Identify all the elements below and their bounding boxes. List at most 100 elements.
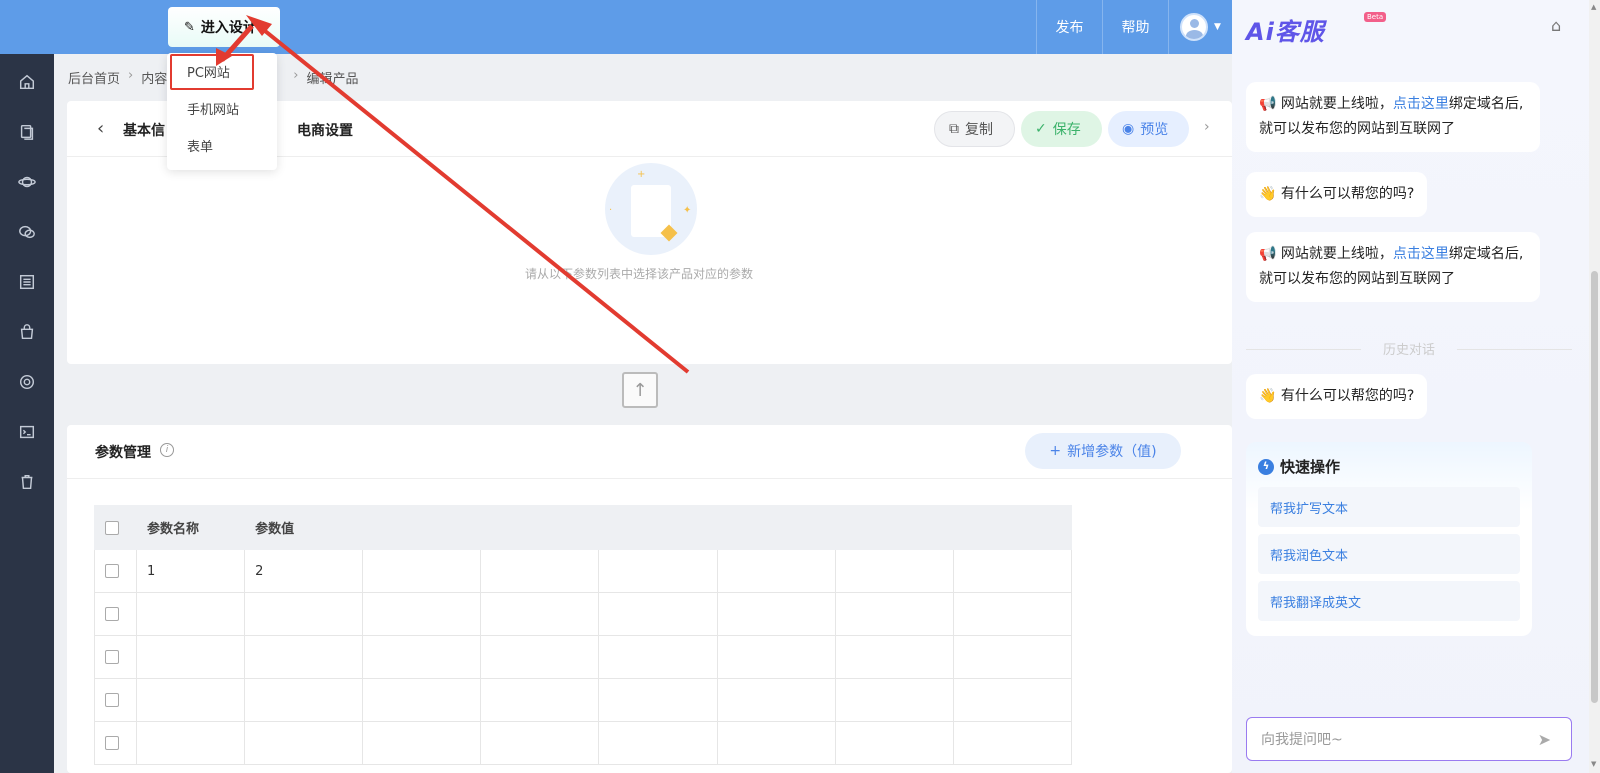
breadcrumb-content[interactable]: 内容 bbox=[141, 68, 167, 87]
info-icon[interactable]: i bbox=[160, 443, 174, 457]
table-row bbox=[93, 592, 1073, 636]
trash-icon bbox=[21, 474, 33, 490]
ai-assistant-panel: Ai客服 Beta ⌂ 📢 网站就要上线啦，点击这里绑定域名后,就可以发布您的网… bbox=[1232, 0, 1589, 773]
params-panel: 参数管理 i + 新增参数（值) 参数名称 参数值 1 2 bbox=[67, 425, 1232, 773]
quick-action-expand[interactable]: 帮我扩写文本 bbox=[1258, 487, 1520, 527]
param-value-cell[interactable]: 2 bbox=[244, 549, 364, 593]
breadcrumb-home[interactable]: 后台首页 bbox=[68, 68, 120, 87]
ai-question-input[interactable]: 向我提问吧~ ➤ bbox=[1246, 717, 1572, 761]
params-header: 参数管理 i + 新增参数（值) bbox=[67, 425, 1232, 479]
sidebar-item-chat[interactable] bbox=[0, 207, 54, 257]
chat-bubble: 👋 有什么可以帮您的吗? bbox=[1246, 374, 1428, 419]
input-placeholder: 向我提问吧~ bbox=[1261, 732, 1343, 748]
scroll-down-icon[interactable]: ▼ bbox=[1591, 760, 1596, 768]
menu-item-mobile-site[interactable]: 手机网站 bbox=[167, 90, 277, 127]
preview-button[interactable]: ◉ 预览 bbox=[1108, 111, 1189, 147]
chat-bubble: 👋 有什么可以帮您的吗? bbox=[1246, 172, 1428, 217]
upload-arrow-icon[interactable]: ↑ bbox=[622, 372, 658, 408]
row-checkbox[interactable] bbox=[105, 650, 119, 664]
add-param-button[interactable]: + 新增参数（值) bbox=[1025, 433, 1181, 469]
add-param-label: 新增参数（值) bbox=[1067, 444, 1157, 460]
table-row bbox=[93, 635, 1073, 679]
user-menu[interactable]: ▼ bbox=[1168, 0, 1232, 54]
chat-bubble: 📢 网站就要上线啦，点击这里绑定域名后,就可以发布您的网站到互联网了 bbox=[1246, 82, 1540, 152]
chevron-right-icon: › bbox=[128, 68, 134, 83]
edit-icon: ✎ bbox=[184, 19, 195, 35]
quick-action-translate[interactable]: 帮我翻译成英文 bbox=[1258, 581, 1520, 621]
param-value-cell[interactable] bbox=[244, 635, 364, 679]
save-button[interactable]: ✓ 保存 bbox=[1021, 111, 1102, 147]
ai-logo: Ai客服 bbox=[1246, 18, 1325, 46]
row-checkbox[interactable] bbox=[105, 564, 119, 578]
quick-action-polish[interactable]: 帮我润色文本 bbox=[1258, 534, 1520, 574]
param-name-cell[interactable] bbox=[136, 592, 246, 636]
planet-icon bbox=[18, 176, 36, 188]
menu-item-form[interactable]: 表单 bbox=[167, 127, 277, 164]
enter-design-label: 进入设计 bbox=[200, 20, 257, 36]
preview-label: 预览 bbox=[1140, 122, 1169, 138]
row-checkbox[interactable] bbox=[105, 693, 119, 707]
sidebar-item-settings[interactable] bbox=[0, 357, 54, 407]
top-bar: ✎ 进入设计 发布 帮助 ▼ bbox=[0, 0, 1232, 54]
sidebar-item-terminal[interactable] bbox=[0, 407, 54, 457]
empty-illustration: · ✦ + bbox=[605, 163, 697, 255]
document-icon bbox=[631, 185, 671, 237]
back-icon[interactable]: ‹ bbox=[97, 118, 104, 139]
copy-button[interactable]: ⧉ 复制 bbox=[934, 111, 1015, 147]
table-header: 参数名称 参数值 bbox=[93, 505, 1073, 550]
tab-ecommerce[interactable]: 电商设置 bbox=[297, 120, 353, 140]
param-value-cell[interactable] bbox=[244, 678, 364, 722]
param-value-cell[interactable] bbox=[244, 721, 364, 765]
chat-bubble: 📢 网站就要上线啦，点击这里绑定域名后,就可以发布您的网站到互联网了 bbox=[1246, 232, 1540, 302]
scrollbar-thumb[interactable] bbox=[1591, 271, 1598, 703]
breadcrumb-current: 编辑产品 bbox=[306, 72, 359, 87]
sparkle-icon: + bbox=[637, 169, 646, 180]
top-right-menu: 发布 帮助 ▼ bbox=[1036, 0, 1232, 54]
param-value-cell[interactable] bbox=[244, 592, 364, 636]
row-checkbox[interactable] bbox=[105, 607, 119, 621]
megaphone-icon: 📢 bbox=[1259, 246, 1277, 262]
avatar[interactable] bbox=[1180, 13, 1209, 41]
param-name-cell[interactable]: 1 bbox=[136, 549, 246, 593]
eye-icon: ◉ bbox=[1122, 121, 1135, 137]
publish-button[interactable]: 发布 bbox=[1036, 0, 1102, 54]
sparkle-icon: · bbox=[609, 205, 613, 216]
shopping-bag-icon bbox=[20, 324, 34, 340]
table-row bbox=[93, 678, 1073, 722]
params-title: 参数管理 bbox=[95, 445, 151, 461]
terminal-icon bbox=[19, 425, 35, 439]
table-row bbox=[93, 721, 1073, 765]
ai-header: Ai客服 Beta ⌂ bbox=[1232, 0, 1589, 54]
sidebar bbox=[0, 54, 54, 773]
param-name-cell[interactable] bbox=[136, 678, 246, 722]
sidebar-item-pages[interactable] bbox=[0, 107, 54, 157]
send-icon[interactable]: ➤ bbox=[1538, 730, 1551, 749]
tab-basic-info[interactable]: 基本信 bbox=[123, 120, 165, 140]
sidebar-item-list[interactable] bbox=[0, 257, 54, 307]
help-button[interactable]: 帮助 bbox=[1102, 0, 1168, 54]
row-checkbox[interactable] bbox=[105, 736, 119, 750]
chevron-right-icon[interactable]: › bbox=[1204, 119, 1210, 135]
chat-icon bbox=[19, 225, 35, 239]
home-icon bbox=[19, 74, 35, 90]
bind-domain-link[interactable]: 点击这里 bbox=[1393, 246, 1449, 262]
sidebar-item-shop[interactable] bbox=[0, 307, 54, 357]
copy-icon: ⧉ bbox=[949, 121, 959, 137]
scrollbar[interactable]: ▲ ▼ bbox=[1589, 0, 1600, 773]
sidebar-item-trash[interactable] bbox=[0, 457, 54, 507]
gear-icon bbox=[19, 374, 35, 390]
chevron-down-icon: ▼ bbox=[1214, 22, 1221, 32]
design-dropdown-menu: PC网站 手机网站 表单 bbox=[167, 53, 277, 170]
empty-message: 请从以下参数列表中选择该产品对应的参数 bbox=[524, 267, 753, 281]
table-row: 1 2 bbox=[93, 549, 1073, 593]
select-all-checkbox[interactable] bbox=[105, 520, 119, 535]
beta-badge: Beta bbox=[1364, 12, 1387, 22]
enter-design-button[interactable]: ✎ 进入设计 bbox=[168, 7, 280, 47]
basket-icon[interactable]: ⌂ bbox=[1551, 16, 1571, 36]
sidebar-item-home[interactable] bbox=[0, 57, 54, 107]
bind-domain-link[interactable]: 点击这里 bbox=[1393, 96, 1449, 112]
sidebar-item-planet[interactable] bbox=[0, 157, 54, 207]
param-name-cell[interactable] bbox=[136, 721, 246, 765]
scroll-up-icon[interactable]: ▲ bbox=[1591, 3, 1596, 11]
param-name-cell[interactable] bbox=[136, 635, 246, 679]
